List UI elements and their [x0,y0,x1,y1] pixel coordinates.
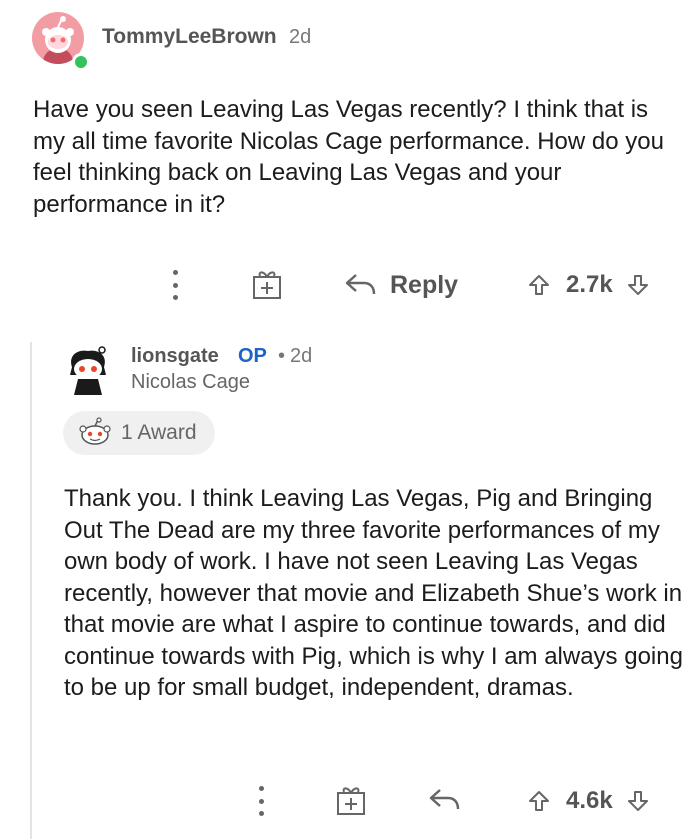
thread-line[interactable] [30,342,32,839]
username[interactable]: lionsgate [131,345,219,368]
vote-count: 2.7k [566,271,613,298]
online-status-icon [72,53,90,71]
separator-dot: • [278,345,286,367]
award-pill[interactable]: 1 Award [63,411,215,455]
reply-label: Reply [390,270,459,299]
more-options-icon[interactable] [168,270,182,300]
snoo-avatar-icon [70,346,106,395]
downvote-arrow-icon[interactable] [627,790,649,812]
comment-body: Have you seen Leaving Las Vegas recently… [33,96,664,218]
award-label: 1 Award [121,421,197,444]
username[interactable]: TommyLeeBrown [102,25,277,49]
comment-age: 2d [289,26,312,48]
user-flair: Nicolas Cage [131,371,250,393]
downvote-arrow-icon[interactable] [627,274,649,296]
reply-button[interactable]: Reply [344,266,458,304]
upvote-arrow-icon[interactable] [528,274,550,296]
reply-arrow-icon [345,274,376,295]
more-options-icon[interactable] [254,786,268,816]
comment-body: Thank you. I think Leaving Las Vegas, Pi… [64,485,683,701]
reply-arrow-icon[interactable] [428,787,462,818]
vote-count: 4.6k [566,787,613,814]
comment-age: 2d [290,345,313,367]
upvote-arrow-icon[interactable] [528,790,550,812]
award-icon [79,417,111,445]
gift-award-icon[interactable] [336,784,366,816]
gift-award-icon[interactable] [252,268,282,300]
op-badge: OP [238,345,267,367]
avatar[interactable] [66,345,110,397]
